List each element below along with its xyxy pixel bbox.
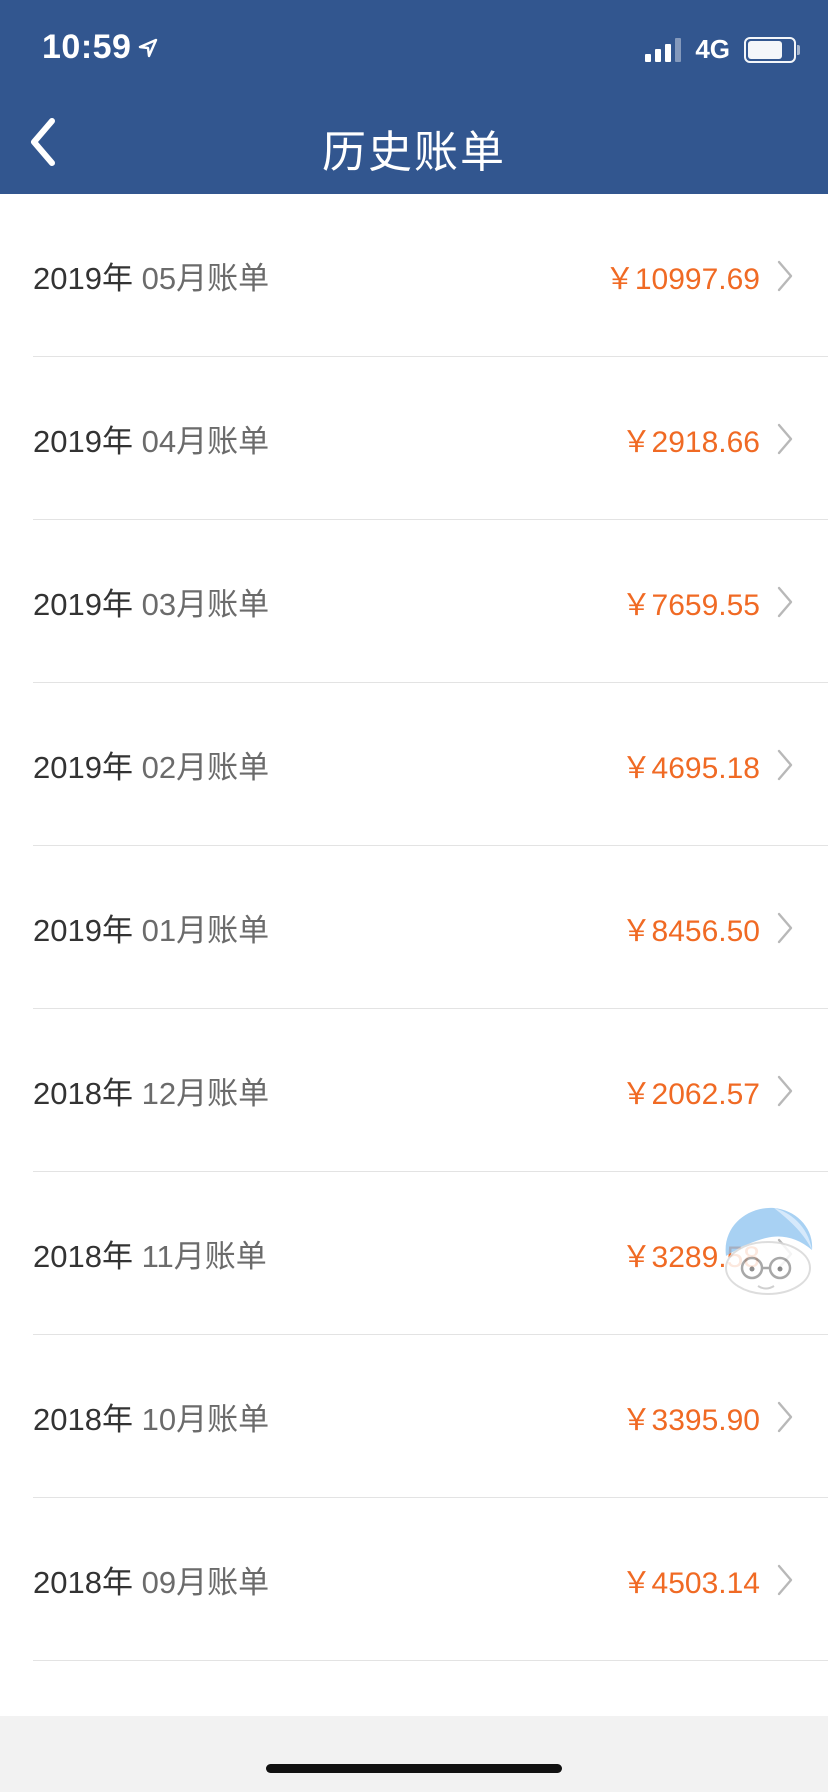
bill-year: 2018年 bbox=[33, 1402, 133, 1437]
bill-label: 2018年 09月账单 bbox=[33, 1557, 269, 1602]
bill-list: 2019年 05月账单 ￥10997.69 2019年 04月账单 ￥2918.… bbox=[0, 194, 828, 1661]
bill-month: 10月账单 bbox=[141, 1402, 270, 1437]
bill-label: 2019年 02月账单 bbox=[33, 742, 269, 787]
bill-month: 04月账单 bbox=[141, 424, 270, 459]
bill-month: 11月账单 bbox=[141, 1239, 267, 1274]
bill-year: 2019年 bbox=[33, 750, 133, 785]
network-label: 4G bbox=[695, 34, 730, 64]
chevron-right-icon bbox=[774, 585, 796, 619]
bill-row-2019-02[interactable]: 2019年 02月账单 ￥4695.18 bbox=[0, 683, 828, 846]
chevron-right-icon bbox=[774, 1074, 796, 1108]
bill-amount: ￥2918.66 bbox=[621, 425, 760, 459]
bottom-safe-area bbox=[0, 1716, 828, 1792]
top-bar: 10:59 4G 历史账单 bbox=[0, 0, 828, 194]
bill-row-2019-01[interactable]: 2019年 01月账单 ￥8456.50 bbox=[0, 846, 828, 1009]
chevron-right-icon bbox=[774, 1400, 796, 1434]
bill-year: 2019年 bbox=[33, 913, 133, 948]
bill-label: 2018年 11月账单 bbox=[33, 1231, 267, 1276]
chevron-right-icon bbox=[774, 259, 796, 293]
bill-label: 2018年 10月账单 bbox=[33, 1394, 269, 1439]
bill-row-2018-10[interactable]: 2018年 10月账单 ￥3395.90 bbox=[0, 1335, 828, 1498]
bill-row-2018-12[interactable]: 2018年 12月账单 ￥2062.57 bbox=[0, 1009, 828, 1172]
location-arrow-icon bbox=[137, 37, 159, 59]
bill-month: 01月账单 bbox=[141, 913, 270, 948]
bill-label: 2018年 12月账单 bbox=[33, 1068, 269, 1113]
bill-year: 2018年 bbox=[33, 1076, 133, 1111]
bill-label: 2019年 03月账单 bbox=[33, 579, 269, 624]
chevron-right-icon bbox=[774, 911, 796, 945]
bill-year: 2019年 bbox=[33, 261, 133, 296]
status-time-text: 10:59 bbox=[42, 28, 132, 66]
bill-amount: ￥7659.55 bbox=[621, 588, 760, 622]
home-indicator[interactable] bbox=[266, 1764, 562, 1773]
bill-amount: ￥3395.90 bbox=[621, 1403, 760, 1437]
bill-year: 2019年 bbox=[33, 424, 133, 459]
bill-amount: ￥10997.69 bbox=[604, 262, 760, 296]
bill-amount: ￥8456.50 bbox=[621, 914, 760, 948]
bill-label: 2019年 05月账单 bbox=[33, 253, 269, 298]
page-title: 历史账单 bbox=[322, 128, 506, 177]
bill-label: 2019年 04月账单 bbox=[33, 416, 269, 461]
bill-year: 2019年 bbox=[33, 587, 133, 622]
bill-row-2019-05[interactable]: 2019年 05月账单 ￥10997.69 bbox=[0, 194, 828, 357]
bill-row-2018-09[interactable]: 2018年 09月账单 ￥4503.14 bbox=[0, 1498, 828, 1661]
bill-row-2018-11[interactable]: 2018年 11月账单 ￥3289.58 bbox=[0, 1172, 828, 1335]
chevron-right-icon bbox=[774, 1563, 796, 1597]
bill-amount: ￥4503.14 bbox=[621, 1566, 760, 1600]
bill-year: 2018年 bbox=[33, 1239, 133, 1274]
bill-month: 02月账单 bbox=[141, 750, 270, 785]
bill-month: 12月账单 bbox=[141, 1076, 270, 1111]
chevron-right-icon bbox=[774, 422, 796, 456]
bill-month: 03月账单 bbox=[141, 587, 270, 622]
bill-month: 05月账单 bbox=[141, 261, 270, 296]
bill-label: 2019年 01月账单 bbox=[33, 905, 269, 950]
bill-amount: ￥4695.18 bbox=[621, 751, 760, 785]
status-time: 10:59 bbox=[42, 28, 159, 67]
bill-row-2019-04[interactable]: 2019年 04月账单 ￥2918.66 bbox=[0, 357, 828, 520]
bill-amount: ￥2062.57 bbox=[621, 1077, 760, 1111]
signal-icon bbox=[645, 37, 682, 62]
status-indicators: 4G bbox=[645, 34, 800, 65]
bill-year: 2018年 bbox=[33, 1565, 133, 1600]
battery-icon bbox=[744, 36, 800, 63]
bill-month: 09月账单 bbox=[141, 1565, 270, 1600]
chevron-right-icon bbox=[774, 748, 796, 782]
bill-row-2019-03[interactable]: 2019年 03月账单 ￥7659.55 bbox=[0, 520, 828, 683]
floating-assistant-icon[interactable] bbox=[712, 1198, 820, 1302]
